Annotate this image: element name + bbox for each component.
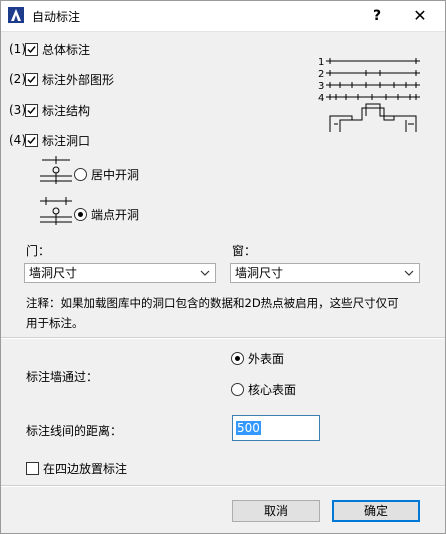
radio-label: 端点开洞 (91, 207, 140, 222)
option-number: (1) (9, 42, 26, 56)
option-label: 在四边放置标注 (43, 461, 128, 476)
checkbox[interactable] (25, 133, 38, 147)
window-dimension-select[interactable]: 墙洞尺寸 (230, 263, 420, 283)
radio-button[interactable] (231, 351, 244, 365)
archicad-app-icon (8, 7, 24, 23)
checkbox[interactable] (25, 72, 38, 86)
preview-number: 4 (318, 93, 324, 104)
note-line: 注释：如果加载图库中的洞口包含的数据和2D热点被启用，这些尺寸仅可 (26, 296, 399, 310)
option-label: 标注结构 (42, 103, 91, 118)
cancel-button[interactable]: 取消 (232, 500, 320, 522)
title-bar: 自动标注 ? ✕ (0, 0, 446, 32)
radio-core-surface[interactable]: 核心表面 (231, 381, 296, 397)
distance-value: 500 (236, 421, 261, 435)
radio-end-opening[interactable]: 端点开洞 (74, 206, 139, 222)
option-number: (4) (9, 133, 26, 147)
radio-label: 外表面 (248, 351, 285, 366)
preview-number: 2 (318, 69, 324, 80)
radio-button[interactable] (231, 382, 244, 396)
select-value: 墙洞尺寸 (29, 266, 78, 280)
note-line: 用于标注。 (26, 316, 84, 330)
distance-input[interactable]: 500 (232, 415, 320, 441)
radio-center-opening[interactable]: 居中开洞 (74, 166, 139, 182)
radio-button[interactable] (74, 167, 87, 181)
checkbox[interactable] (25, 103, 38, 117)
checkbox[interactable] (26, 461, 39, 475)
radio-label: 居中开洞 (91, 167, 140, 182)
preview-number: 1 (318, 57, 324, 68)
option-label: 标注外部图形 (42, 72, 115, 87)
option-overall-dimension[interactable]: (1) 总体标注 (9, 41, 90, 57)
dimension-preview-diagram: 1 2 3 4 (318, 57, 420, 132)
option-exterior-shape[interactable]: (2) 标注外部图形 (9, 71, 114, 87)
window-label: 窗： (232, 244, 257, 258)
chevron-down-icon (200, 270, 210, 276)
door-label: 门： (26, 244, 51, 258)
note-text: 注释：如果加载图库中的洞口包含的数据和2D热点被启用，这些尺寸仅可 用于标注。 (26, 293, 436, 333)
chevron-down-icon (404, 270, 414, 276)
option-number: (2) (9, 72, 26, 86)
distance-label: 标注线间的距离： (26, 424, 123, 438)
radio-outer-surface[interactable]: 外表面 (231, 350, 284, 366)
center-opening-diagram (40, 156, 72, 184)
end-opening-diagram (40, 197, 72, 225)
window-title: 自动标注 (32, 10, 81, 24)
ok-button[interactable]: 确定 (332, 500, 420, 522)
option-label: 标注洞口 (42, 133, 91, 148)
option-four-sides[interactable]: 在四边放置标注 (26, 460, 127, 476)
select-value: 墙洞尺寸 (235, 266, 284, 280)
preview-number: 3 (318, 81, 324, 92)
radio-label: 核心表面 (248, 382, 297, 397)
wall-dimension-label: 标注墙通过： (26, 370, 99, 384)
option-number: (3) (9, 103, 26, 117)
option-label: 总体标注 (42, 42, 91, 57)
radio-button[interactable] (74, 207, 87, 221)
separator (0, 338, 446, 339)
help-button[interactable]: ? (362, 4, 392, 28)
option-structure[interactable]: (3) 标注结构 (9, 102, 90, 118)
option-openings[interactable]: (4) 标注洞口 (9, 132, 90, 148)
checkbox[interactable] (25, 42, 38, 56)
separator (0, 486, 446, 487)
close-button[interactable]: ✕ (402, 4, 438, 28)
door-dimension-select[interactable]: 墙洞尺寸 (24, 263, 216, 283)
